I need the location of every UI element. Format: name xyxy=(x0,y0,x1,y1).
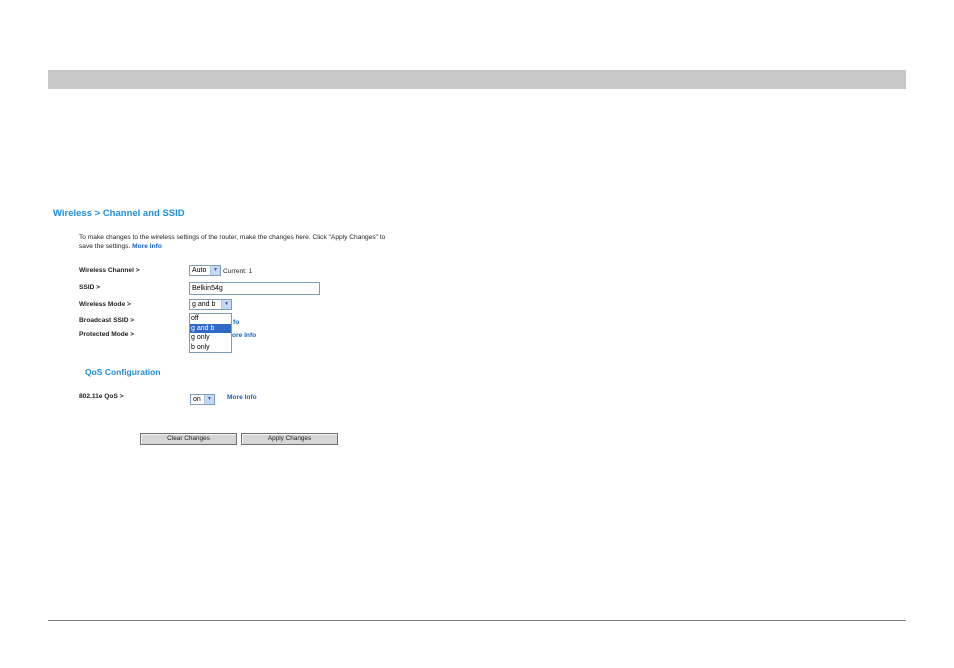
wireless-mode-label: Wireless Mode > xyxy=(79,301,131,308)
qos-label: 802.11e QoS > xyxy=(79,393,124,400)
broadcast-ssid-more-info-link[interactable]: fo xyxy=(233,319,239,326)
intro-more-info-link[interactable]: More Info xyxy=(132,243,162,250)
bottom-divider xyxy=(48,620,906,621)
chevron-down-icon[interactable]: ▼ xyxy=(221,300,231,309)
wireless-mode-select[interactable]: g and b ▼ xyxy=(189,299,232,310)
protected-mode-label: Protected Mode > xyxy=(79,331,135,338)
dropdown-option-g-and-b[interactable]: g and b xyxy=(190,323,231,333)
protected-mode-more-info-link[interactable]: ore Info xyxy=(232,332,256,339)
broadcast-ssid-label: Broadcast SSID > xyxy=(79,317,135,324)
qos-value: on xyxy=(193,396,201,403)
chevron-down-icon[interactable]: ▼ xyxy=(210,266,220,275)
page-title: Wireless > Channel and SSID xyxy=(53,208,185,219)
qos-more-info-link[interactable]: More Info xyxy=(227,394,257,401)
current-channel-text: Current: 1 xyxy=(223,268,253,275)
intro-text: To make changes to the wireless settings… xyxy=(79,234,386,250)
wireless-channel-select[interactable]: Auto ▼ xyxy=(189,265,221,276)
wireless-channel-label: Wireless Channel > xyxy=(79,267,140,274)
apply-changes-button[interactable]: Apply Changes xyxy=(241,433,338,445)
ssid-label: SSID > xyxy=(79,284,101,291)
wireless-mode-value: g and b xyxy=(192,301,216,308)
ssid-input[interactable]: Belkin54g xyxy=(189,282,320,295)
wireless-mode-dropdown-list: off g and b g only b only xyxy=(189,313,232,353)
intro-text-block: To make changes to the wireless settings… xyxy=(79,233,389,251)
dropdown-option-b-only[interactable]: b only xyxy=(190,343,231,353)
qos-section-title: QoS Configuration xyxy=(85,367,161,377)
top-header-bar xyxy=(48,70,906,89)
dropdown-option-off[interactable]: off xyxy=(190,314,231,324)
chevron-down-icon[interactable]: ▼ xyxy=(204,395,214,404)
wireless-channel-value: Auto xyxy=(192,267,207,274)
clear-changes-button[interactable]: Clear Changes xyxy=(140,433,237,445)
dropdown-option-g-only[interactable]: g only xyxy=(190,333,231,343)
qos-select[interactable]: on ▼ xyxy=(190,394,215,405)
